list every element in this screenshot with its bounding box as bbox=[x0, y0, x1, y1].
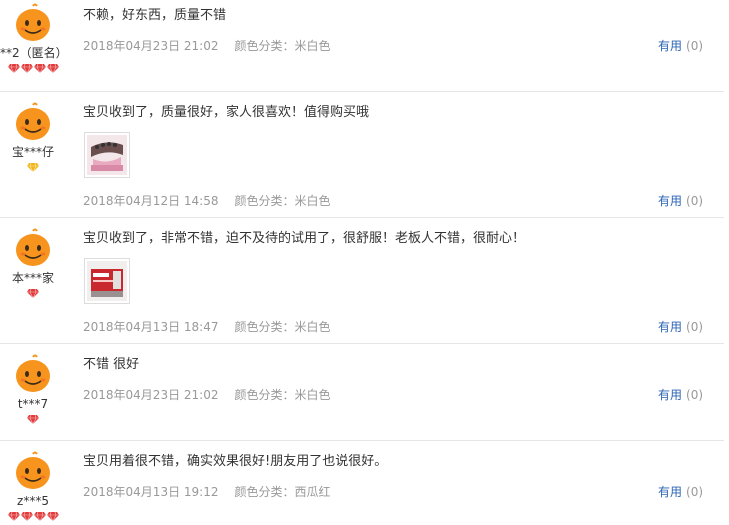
review-photo-thumbnail[interactable] bbox=[84, 258, 130, 304]
reviewer-info: 宝***仔 bbox=[0, 102, 66, 174]
useful-button[interactable]: 有用 bbox=[658, 485, 682, 499]
level-gem-icon bbox=[46, 511, 59, 522]
review-date: 2018年04月12日 14:58 bbox=[83, 194, 219, 208]
level-gem-icon bbox=[7, 511, 20, 522]
reviewer-info: z***5 bbox=[0, 451, 66, 523]
reviewer-level-gems bbox=[0, 63, 66, 75]
reviewer-nickname: 本***家 bbox=[11, 271, 54, 285]
default-avatar-icon bbox=[13, 102, 53, 142]
review-meta: 2018年04月23日 21:02 颜色分类：米白色 bbox=[83, 37, 331, 54]
review-content: 宝贝收到了，质量很好，家人很喜欢！值得购买哦 bbox=[83, 105, 370, 120]
color-category-label: 颜色分类： bbox=[234, 320, 295, 334]
color-category-label: 颜色分类： bbox=[234, 485, 295, 499]
useful-button[interactable]: 有用 bbox=[658, 388, 682, 402]
review-item: t***7 不错 很好 2018年04月23日 21:02 颜色分类：米白色 有用… bbox=[0, 344, 724, 441]
review-meta: 2018年04月12日 14:58 颜色分类：米白色 bbox=[83, 192, 331, 209]
avatar[interactable] bbox=[13, 3, 53, 43]
reviewer-info: t***7 bbox=[0, 354, 66, 426]
review-content: 宝贝收到了，非常不错，迫不及待的试用了，很舒服！老板人不错，很耐心！ bbox=[83, 231, 526, 246]
color-category-value: 米白色 bbox=[294, 194, 331, 208]
review-item: 宝***仔 宝贝收到了，质量很好，家人很喜欢！值得购买哦 2018年04月12日… bbox=[0, 92, 724, 218]
useful-vote: 有用 (0) bbox=[658, 318, 703, 335]
useful-count: (0) bbox=[686, 388, 704, 402]
reviewer-level-gems bbox=[0, 162, 66, 174]
color-category-value: 米白色 bbox=[294, 388, 331, 402]
review-meta: 2018年04月23日 21:02 颜色分类：米白色 bbox=[83, 386, 331, 403]
review-date: 2018年04月23日 21:02 bbox=[83, 39, 219, 53]
level-gem-icon bbox=[20, 63, 33, 74]
review-content: 宝贝用着很不错，确实效果很好!朋友用了也说很好。 bbox=[83, 454, 388, 469]
reviewer-info: 本***家 bbox=[0, 228, 66, 300]
level-gem-icon bbox=[27, 288, 39, 299]
level-gem-icon bbox=[33, 63, 46, 74]
avatar[interactable] bbox=[13, 102, 53, 142]
reviewer-nickname: z***5 bbox=[17, 494, 49, 508]
review-item: ***2（匿名） 不赖，好东西，质量不错 2018年04月23日 21:02 颜色… bbox=[0, 0, 724, 92]
avatar[interactable] bbox=[13, 451, 53, 491]
level-gem-icon bbox=[46, 63, 59, 74]
default-avatar-icon bbox=[13, 451, 53, 491]
default-avatar-icon bbox=[13, 3, 53, 43]
useful-vote: 有用 (0) bbox=[658, 386, 703, 403]
color-category-value: 西瓜红 bbox=[294, 485, 331, 499]
useful-vote: 有用 (0) bbox=[658, 37, 703, 54]
color-category-label: 颜色分类： bbox=[234, 39, 295, 53]
review-meta: 2018年04月13日 18:47 颜色分类：米白色 bbox=[83, 318, 331, 335]
useful-button[interactable]: 有用 bbox=[658, 320, 682, 334]
useful-count: (0) bbox=[686, 485, 704, 499]
review-item: z***5 宝贝用着很不错，确实效果很好!朋友用了也说很好。 2018年04月1… bbox=[0, 441, 724, 525]
reviewer-nickname: ***2（匿名） bbox=[0, 46, 68, 60]
color-category-label: 颜色分类： bbox=[234, 194, 295, 208]
color-category-value: 米白色 bbox=[294, 320, 331, 334]
useful-vote: 有用 (0) bbox=[658, 483, 703, 500]
level-gem-icon bbox=[27, 414, 39, 425]
useful-count: (0) bbox=[686, 194, 704, 208]
review-photo-thumbnail[interactable] bbox=[84, 132, 130, 178]
review-content: 不错 很好 bbox=[83, 357, 140, 372]
review-item: 本***家 宝贝收到了，非常不错，迫不及待的试用了，很舒服！老板人不错，很耐心！… bbox=[0, 218, 724, 344]
useful-count: (0) bbox=[686, 39, 704, 53]
review-date: 2018年04月13日 18:47 bbox=[83, 320, 219, 334]
level-gem-icon bbox=[20, 511, 33, 522]
level-gem-icon bbox=[27, 162, 39, 173]
default-avatar-icon bbox=[13, 228, 53, 268]
reviewer-info: ***2（匿名） bbox=[0, 3, 68, 75]
avatar[interactable] bbox=[13, 354, 53, 394]
red-box-product-photo-icon bbox=[87, 261, 127, 301]
useful-button[interactable]: 有用 bbox=[658, 194, 682, 208]
color-category-label: 颜色分类： bbox=[234, 388, 295, 402]
avatar[interactable] bbox=[13, 228, 53, 268]
useful-vote: 有用 (0) bbox=[658, 192, 703, 209]
review-date: 2018年04月13日 19:12 bbox=[83, 485, 219, 499]
reviewer-level-gems bbox=[0, 511, 66, 523]
default-avatar-icon bbox=[13, 354, 53, 394]
useful-button[interactable]: 有用 bbox=[658, 39, 682, 53]
pink-product-photo-icon bbox=[87, 135, 127, 175]
reviewer-nickname: t***7 bbox=[17, 397, 49, 411]
reviewer-level-gems bbox=[0, 288, 66, 300]
level-gem-icon bbox=[33, 511, 46, 522]
color-category-value: 米白色 bbox=[294, 39, 331, 53]
useful-count: (0) bbox=[686, 320, 704, 334]
reviewer-nickname: 宝***仔 bbox=[11, 145, 54, 159]
review-content: 不赖，好东西，质量不错 bbox=[83, 8, 227, 23]
level-gem-icon bbox=[7, 63, 20, 74]
reviewer-level-gems bbox=[0, 414, 66, 426]
review-date: 2018年04月23日 21:02 bbox=[83, 388, 219, 402]
review-meta: 2018年04月13日 19:12 颜色分类：西瓜红 bbox=[83, 483, 331, 500]
